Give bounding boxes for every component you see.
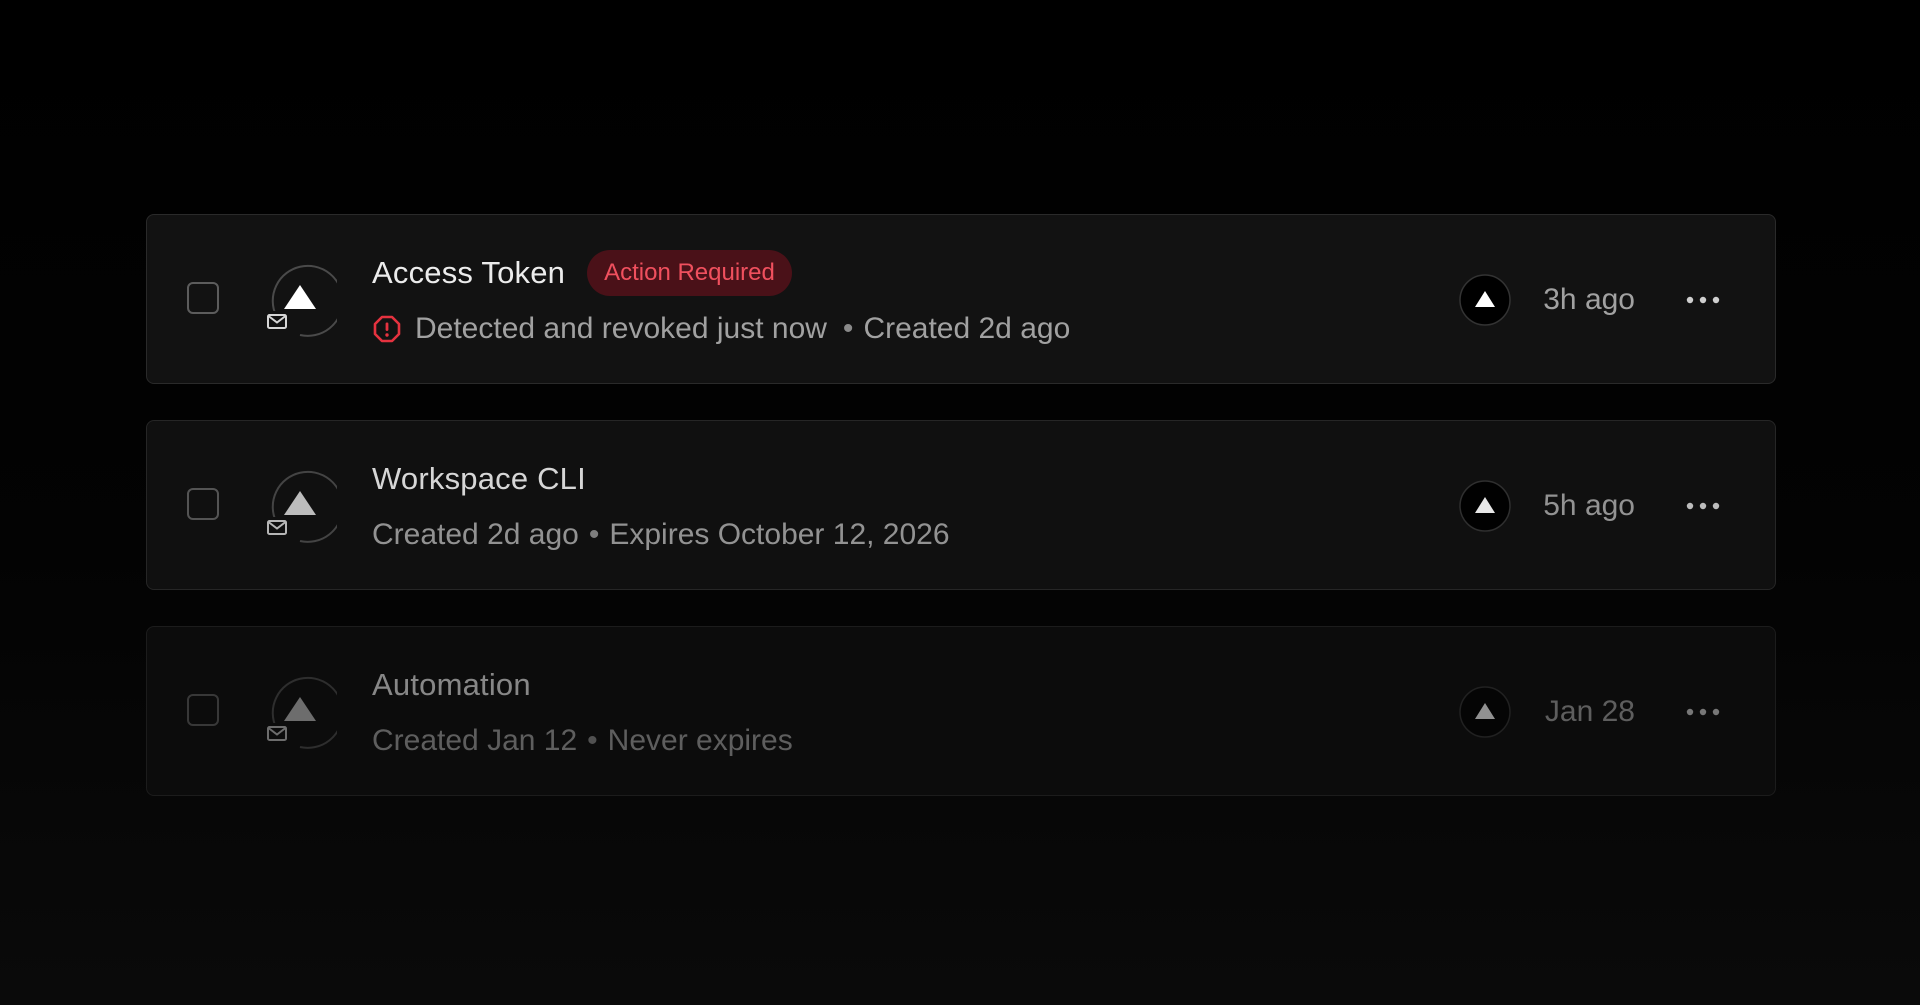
ellipsis-icon (1686, 502, 1720, 510)
row-content: Workspace CLI Created 2d ago • Expires O… (147, 421, 1775, 589)
token-title-line: Automation (372, 661, 531, 709)
created-text: Created 2d ago (372, 518, 579, 551)
triangle-logo-icon (1459, 480, 1511, 532)
triangle-logo-icon (1459, 686, 1511, 738)
expires-text: Expires October 12, 2026 (609, 518, 950, 551)
token-name: Automation (372, 667, 531, 702)
ellipsis-icon (1686, 296, 1720, 304)
meta-separator: • (587, 724, 598, 757)
row-content: Access Token Action Required Detected an… (147, 215, 1775, 383)
token-meta-line: Created 2d ago • Expires October 12, 202… (372, 513, 950, 557)
last-used-time: 3h ago (1543, 283, 1635, 316)
row-content: Automation Created Jan 12 • Never expire… (147, 627, 1775, 795)
token-name: Access Token (372, 255, 566, 290)
token-row-access-token[interactable]: Access Token Action Required Detected an… (146, 214, 1776, 384)
page: Access Token Action Required Detected an… (0, 0, 1920, 1005)
meta-separator: • (842, 312, 854, 345)
select-checkbox[interactable] (187, 694, 219, 726)
token-title-line: Workspace CLI (372, 455, 586, 503)
creator-avatar (1459, 480, 1511, 532)
expires-text: Never expires (607, 724, 793, 757)
token-row-automation[interactable]: Automation Created Jan 12 • Never expire… (146, 626, 1776, 796)
token-avatar (263, 675, 337, 749)
last-used-time: 5h ago (1543, 489, 1635, 522)
ellipsis-icon (1686, 708, 1720, 716)
token-avatar (263, 263, 337, 337)
select-checkbox[interactable] (187, 488, 219, 520)
creator-avatar (1459, 274, 1511, 326)
select-checkbox[interactable] (187, 282, 219, 314)
token-meta-line: Created Jan 12 • Never expires (372, 719, 793, 763)
mail-icon (263, 723, 291, 745)
last-used-time: Jan 28 (1544, 695, 1635, 728)
token-name: Workspace CLI (372, 461, 586, 496)
action-required-badge: Action Required (587, 250, 792, 296)
more-options-button[interactable] (1683, 486, 1723, 526)
token-row-workspace-cli[interactable]: Workspace CLI Created 2d ago • Expires O… (146, 420, 1776, 590)
mail-icon (263, 517, 291, 539)
token-title-line: Access Token Action Required (372, 249, 792, 297)
token-avatar (263, 469, 337, 543)
created-text: Created Jan 12 (372, 724, 578, 757)
more-options-button[interactable] (1683, 280, 1723, 320)
more-options-button[interactable] (1683, 692, 1723, 732)
triangle-logo-icon (1459, 274, 1511, 326)
created-text: Created 2d ago (863, 312, 1071, 345)
mail-icon (263, 311, 291, 333)
creator-avatar (1459, 686, 1511, 738)
meta-separator: • (588, 518, 600, 551)
alert-octagon-icon (373, 315, 401, 343)
token-list: Access Token Action Required Detected an… (146, 214, 1776, 832)
token-meta-line: Detected and revoked just now • Created … (372, 307, 1070, 351)
status-text: Detected and revoked just now (415, 312, 827, 345)
